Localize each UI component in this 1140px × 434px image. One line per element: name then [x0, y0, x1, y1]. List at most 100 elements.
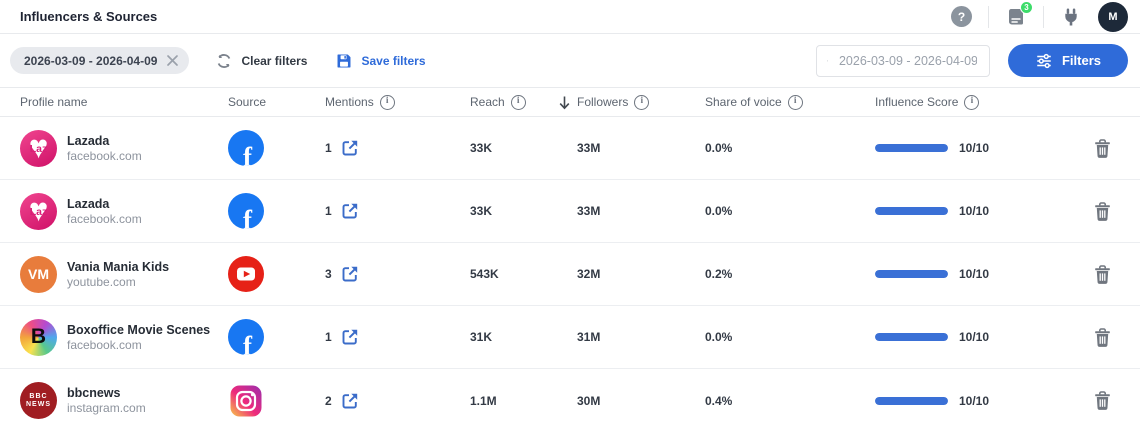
profile-name[interactable]: Vania Mania Kids	[67, 260, 169, 274]
col-reach-label: Reach	[470, 95, 505, 109]
share-of-voice-cell: 0.4%	[705, 393, 733, 408]
followers-cell: 33M	[577, 204, 601, 218]
info-icon[interactable]	[510, 94, 526, 110]
updates-button[interactable]: 3	[1005, 0, 1033, 28]
external-link-icon	[342, 393, 357, 408]
influence-score-bar	[875, 396, 948, 405]
plug-icon	[1065, 8, 1077, 25]
profile-text: Boxoffice Movie Scenes facebook.com	[67, 323, 210, 352]
influence-score-bar-fill	[875, 396, 948, 405]
influence-score-bar	[875, 144, 948, 152]
col-share-label: Share of voice	[705, 95, 782, 109]
external-link-icon	[342, 329, 357, 345]
col-share-of-voice[interactable]: Share of voice	[705, 94, 875, 110]
external-link-icon	[342, 203, 357, 219]
col-followers-label: Followers	[577, 95, 629, 109]
sliders-icon	[1037, 53, 1051, 68]
source-cell	[228, 130, 325, 166]
clear-filters-button[interactable]: Clear filters	[215, 52, 307, 70]
save-filters-button[interactable]: Save filters	[335, 52, 426, 70]
col-influence-label: Influence Score	[875, 95, 959, 109]
table-header: Profile name Source Mentions Reach Follo…	[0, 88, 1140, 117]
open-mentions-button[interactable]	[340, 327, 360, 347]
delete-cell	[1080, 201, 1120, 222]
profile-name[interactable]: bbcnews	[67, 386, 146, 400]
delete-row-button[interactable]	[1093, 138, 1112, 159]
date-range-input[interactable]	[836, 52, 979, 69]
share-of-voice-cell: 0.0%	[705, 141, 733, 155]
profile-cell[interactable]: B Boxoffice Movie Scenes facebook.com	[20, 318, 228, 356]
open-mentions-button[interactable]	[340, 264, 360, 284]
profile-cell[interactable]: Laz Lazada facebook.com	[20, 129, 228, 167]
avatar-text: VM	[28, 266, 49, 282]
delete-row-button[interactable]	[1093, 327, 1112, 348]
avatar-text: Laz	[29, 142, 48, 155]
external-link-icon	[342, 266, 357, 282]
table-row[interactable]: Laz Lazada facebook.com 1	[0, 117, 1140, 180]
open-mentions-button[interactable]	[340, 391, 360, 411]
share-of-voice-cell: 0.0%	[705, 330, 733, 344]
col-influence-score[interactable]: Influence Score	[875, 94, 1080, 110]
profile-name[interactable]: Lazada	[67, 134, 142, 148]
followers-cell: 30M	[577, 393, 601, 408]
mentions-cell: 3	[325, 264, 470, 284]
date-range-input-wrapper[interactable]	[815, 44, 990, 77]
app-header: Influencers & Sources ? 3 M	[0, 0, 1140, 34]
col-profile-name: Profile name	[20, 95, 228, 109]
profile-cell[interactable]: Laz Lazada facebook.com	[20, 192, 228, 230]
header-actions: ? 3 M	[951, 0, 1128, 32]
influence-score-value: 10/10	[959, 393, 990, 408]
page-title: Influencers & Sources	[20, 9, 158, 24]
col-reach[interactable]: Reach	[470, 94, 558, 110]
mentions-count: 3	[325, 267, 332, 281]
influence-score-bar	[875, 207, 948, 215]
profile-cell[interactable]: BBC NEWS bbcnews instagram.com	[20, 382, 228, 419]
avatar-text: Laz	[29, 205, 48, 218]
col-followers[interactable]: Followers	[558, 94, 705, 110]
delete-row-button[interactable]	[1093, 201, 1112, 222]
col-source-label: Source	[228, 95, 267, 109]
info-icon[interactable]	[964, 94, 980, 110]
info-icon[interactable]	[634, 94, 650, 110]
influence-score-value: 10/10	[959, 267, 990, 281]
profile-avatar: Laz	[20, 129, 57, 167]
delete-row-button[interactable]	[1093, 390, 1112, 411]
delete-row-button[interactable]	[1093, 264, 1112, 285]
mentions-cell: 1	[325, 138, 470, 158]
clear-filters-label: Clear filters	[241, 53, 308, 68]
profile-cell[interactable]: VM Vania Mania Kids youtube.com	[20, 255, 228, 293]
mentions-count: 1	[325, 204, 332, 218]
table-row[interactable]: VM Vania Mania Kids youtube.com 3 543K 3…	[0, 243, 1140, 306]
user-avatar[interactable]: M	[1098, 1, 1128, 32]
table-row[interactable]: BBC NEWS bbcnews instagram.com 2 1.1M 30…	[0, 369, 1140, 432]
info-icon[interactable]	[787, 94, 803, 110]
col-mentions[interactable]: Mentions	[325, 94, 470, 110]
table-row[interactable]: B Boxoffice Movie Scenes facebook.com 1	[0, 306, 1140, 369]
help-icon[interactable]: ?	[951, 6, 972, 27]
chip-close-icon[interactable]	[166, 54, 179, 67]
source-cell	[228, 319, 325, 355]
trash-icon	[1095, 201, 1110, 221]
influence-score-bar-fill	[875, 270, 948, 278]
influence-score-value: 10/10	[959, 141, 990, 155]
influence-score-bar-fill	[875, 333, 948, 341]
open-mentions-button[interactable]	[340, 138, 360, 158]
info-icon[interactable]	[379, 94, 395, 110]
col-mentions-label: Mentions	[325, 95, 374, 109]
integrations-button[interactable]	[1060, 6, 1082, 28]
profile-avatar: BBC NEWS	[20, 382, 57, 419]
open-mentions-button[interactable]	[340, 201, 360, 221]
trash-icon	[1095, 327, 1110, 347]
filters-button[interactable]: Filters	[1007, 44, 1128, 77]
profile-name[interactable]: Lazada	[67, 197, 142, 211]
trash-icon	[1095, 264, 1110, 284]
trash-icon	[1095, 138, 1110, 158]
profile-domain: facebook.com	[67, 211, 142, 226]
influence-score-cell: 10/10	[875, 330, 1080, 344]
mentions-count: 1	[325, 141, 332, 155]
date-range-chip[interactable]: 2026-03-09 - 2026-04-09	[10, 47, 190, 74]
source-cell	[228, 383, 325, 419]
profile-name[interactable]: Boxoffice Movie Scenes	[67, 323, 210, 337]
table-row[interactable]: Laz Lazada facebook.com 1	[0, 180, 1140, 243]
influence-score-cell: 10/10	[875, 267, 1080, 281]
